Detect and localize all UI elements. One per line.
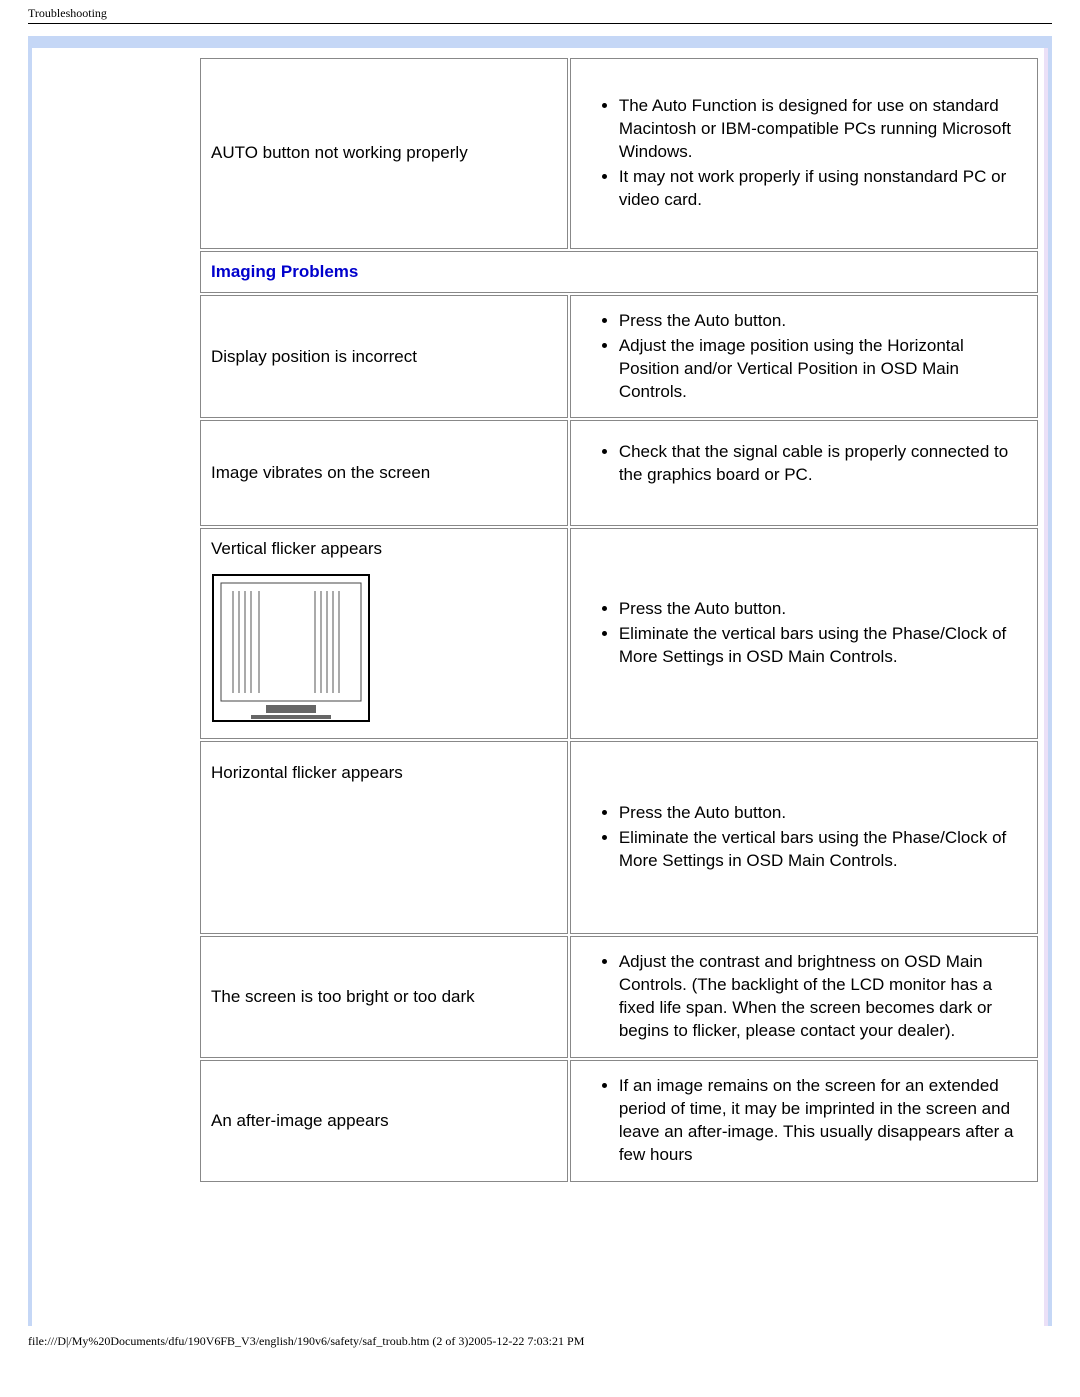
table-row: AUTO button not working properly The Aut…	[200, 58, 1038, 249]
solution-cell: Adjust the contrast and brightness on OS…	[570, 936, 1038, 1058]
table-row: Image vibrates on the screen Check that …	[200, 420, 1038, 526]
table-row: Horizontal flicker appears Press the Aut…	[200, 741, 1038, 934]
bullet-item: Press the Auto button.	[619, 310, 1027, 333]
table-row: An after-image appears If an image remai…	[200, 1060, 1038, 1182]
problem-cell: Vertical flicker appears	[200, 528, 568, 739]
table-row: The screen is too bright or too dark Adj…	[200, 936, 1038, 1058]
page-title: Troubleshooting	[0, 0, 1080, 23]
bullet-item: Adjust the image position using the Hori…	[619, 335, 1027, 404]
solution-cell: Check that the signal cable is properly …	[570, 420, 1038, 526]
bullet-item: If an image remains on the screen for an…	[619, 1075, 1027, 1167]
bullet-item: Check that the signal cable is properly …	[619, 441, 1027, 487]
bullet-item: Press the Auto button.	[619, 598, 1027, 621]
solution-cell: Press the Auto button. Eliminate the ver…	[570, 741, 1038, 934]
solution-cell: The Auto Function is designed for use on…	[570, 58, 1038, 249]
bullet-item: Adjust the contrast and brightness on OS…	[619, 951, 1027, 1043]
problem-cell: Horizontal flicker appears	[200, 741, 568, 934]
table-row: Display position is incorrect Press the …	[200, 295, 1038, 419]
content-frame: AUTO button not working properly The Aut…	[28, 36, 1052, 1326]
table-row: Imaging Problems	[200, 251, 1038, 293]
problem-cell: Image vibrates on the screen	[200, 420, 568, 526]
troubleshooting-table: AUTO button not working properly The Aut…	[198, 56, 1040, 1184]
vertical-flicker-icon	[211, 573, 557, 728]
solution-cell: If an image remains on the screen for an…	[570, 1060, 1038, 1182]
problem-cell: AUTO button not working properly	[200, 58, 568, 249]
bullet-item: The Auto Function is designed for use on…	[619, 95, 1027, 164]
section-header: Imaging Problems	[200, 251, 1038, 293]
bullet-item: Press the Auto button.	[619, 802, 1027, 825]
table-row: Vertical flicker appears	[200, 528, 1038, 739]
problem-cell: Display position is incorrect	[200, 295, 568, 419]
bullet-item: It may not work properly if using nonsta…	[619, 166, 1027, 212]
solution-cell: Press the Auto button. Eliminate the ver…	[570, 528, 1038, 739]
problem-cell: An after-image appears	[200, 1060, 568, 1182]
problem-text: Vertical flicker appears	[211, 539, 382, 558]
problem-cell: The screen is too bright or too dark	[200, 936, 568, 1058]
footer-path: file:///D|/My%20Documents/dfu/190V6FB_V3…	[0, 1326, 1080, 1349]
header-separator	[28, 23, 1052, 24]
bullet-item: Eliminate the vertical bars using the Ph…	[619, 827, 1027, 873]
solution-cell: Press the Auto button. Adjust the image …	[570, 295, 1038, 419]
bullet-item: Eliminate the vertical bars using the Ph…	[619, 623, 1027, 669]
